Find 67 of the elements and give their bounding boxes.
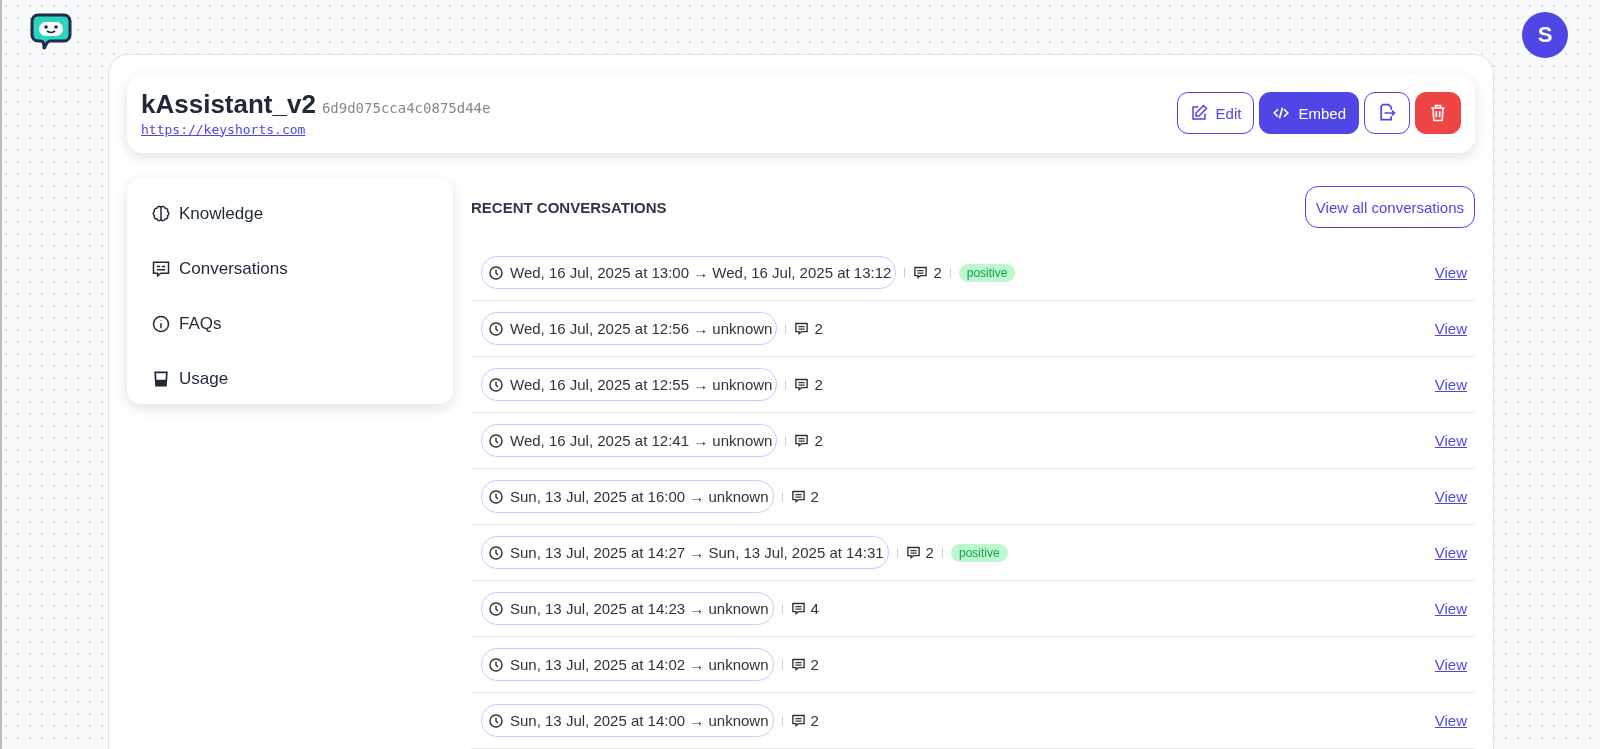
edit-icon xyxy=(1189,104,1208,122)
view-link[interactable]: View xyxy=(1434,600,1467,617)
time-range-pill: Sun, 13 Jul, 2025 at 14:02 → unknown xyxy=(481,648,774,681)
embed-button[interactable]: Embed xyxy=(1259,92,1359,134)
message-count: 2 xyxy=(814,432,823,449)
export-button[interactable] xyxy=(1364,92,1410,134)
view-link[interactable]: View xyxy=(1434,320,1467,337)
sentiment-badge: positive xyxy=(958,263,1016,282)
view-link[interactable]: View xyxy=(1434,656,1467,673)
message-count: 2 xyxy=(933,264,942,281)
sidebar-item[interactable]: Knowledge xyxy=(151,186,429,241)
view-link[interactable]: View xyxy=(1434,712,1467,729)
clock-icon xyxy=(488,544,504,561)
time-range-pill: Sun, 13 Jul, 2025 at 14:00 → unknown xyxy=(481,704,774,737)
time-range-pill: Sun, 13 Jul, 2025 at 14:27 → Sun, 13 Jul, 2025 at 14:31 xyxy=(481,536,889,569)
view-all-button[interactable]: View all conversations xyxy=(1304,186,1475,228)
message-count: 2 xyxy=(925,544,934,561)
sidebar-item[interactable]: Conversations xyxy=(151,241,429,296)
time-range-pill: Wed, 16 Jul, 2025 at 12:56 → unknown xyxy=(481,312,778,345)
clock-icon xyxy=(488,264,504,281)
clock-icon xyxy=(488,600,504,617)
message-count: 2 xyxy=(814,376,823,393)
sidebar-item[interactable]: Usage xyxy=(151,351,429,406)
view-link[interactable]: View xyxy=(1434,488,1467,505)
time-range-pill: Wed, 16 Jul, 2025 at 12:41 → unknown xyxy=(481,424,778,457)
clock-icon xyxy=(488,712,504,729)
brain-icon xyxy=(151,203,171,224)
edit-button[interactable]: Edit xyxy=(1176,92,1255,134)
bot-id: 6d9d075cca4c0875d44e xyxy=(321,99,491,116)
trash-icon xyxy=(1428,103,1448,123)
time-range-pill: Wed, 16 Jul, 2025 at 13:00 → Wed, 16 Jul, 2025 at 13:12 xyxy=(481,256,897,289)
message-count: 2 xyxy=(810,712,819,729)
delete-button[interactable] xyxy=(1415,92,1461,134)
time-range-pill: Wed, 16 Jul, 2025 at 12:55 → unknown xyxy=(481,368,778,401)
clock-icon xyxy=(488,320,504,337)
clock-icon xyxy=(488,656,504,673)
message-count: 2 xyxy=(810,656,819,673)
user-avatar[interactable]: S xyxy=(1522,12,1568,58)
bot-name: kAssistant_v2 xyxy=(141,88,316,119)
section-title: RECENT CONVERSATIONS xyxy=(471,198,667,216)
chat-icon xyxy=(794,321,810,336)
clock-icon xyxy=(488,376,504,393)
sentiment-badge: positive xyxy=(950,543,1008,562)
view-link[interactable]: View xyxy=(1434,544,1467,561)
view-link[interactable]: View xyxy=(1434,376,1467,393)
chat-icon xyxy=(790,657,806,672)
chat-icon xyxy=(905,545,921,560)
view-link[interactable]: View xyxy=(1434,264,1467,281)
chat-icon xyxy=(794,377,810,392)
website-link[interactable]: https://keyshorts.com xyxy=(141,121,306,137)
chat-icon xyxy=(790,601,806,616)
message-count: 4 xyxy=(810,600,819,617)
chat-icon xyxy=(790,713,806,728)
time-range-pill: Sun, 13 Jul, 2025 at 14:23 → unknown xyxy=(481,592,774,625)
clock-icon xyxy=(488,488,504,505)
chat-bot-logo[interactable] xyxy=(30,12,72,52)
chat-icon xyxy=(913,265,929,280)
time-range-pill: Sun, 13 Jul, 2025 at 16:00 → unknown xyxy=(481,480,774,513)
chat-icon xyxy=(790,489,806,504)
info-icon xyxy=(151,313,171,334)
message-count: 2 xyxy=(810,488,819,505)
view-link[interactable]: View xyxy=(1434,432,1467,449)
document-export-icon xyxy=(1377,103,1397,123)
message-count: 2 xyxy=(814,320,823,337)
clock-icon xyxy=(488,432,504,449)
sidebar-item[interactable]: FAQs xyxy=(151,296,429,351)
chat-icon xyxy=(794,433,810,448)
